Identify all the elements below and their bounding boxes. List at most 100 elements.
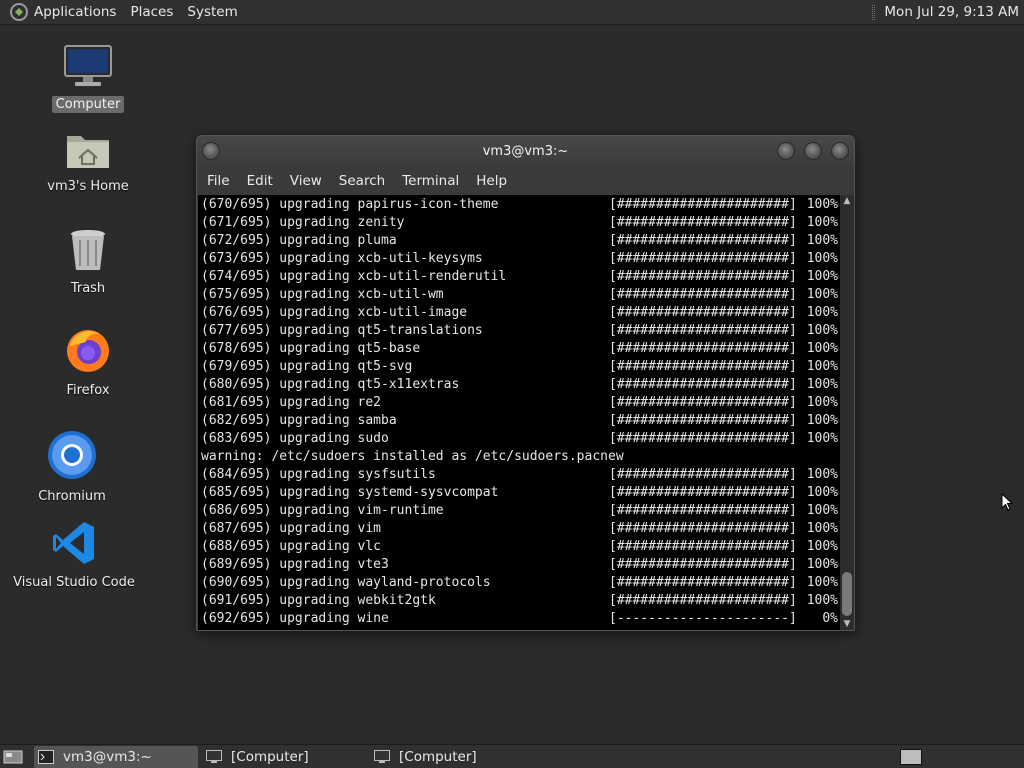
- show-desktop-icon[interactable]: [2, 748, 24, 766]
- terminal-line-text: (674/695) upgrading xcb-util-renderutil: [201, 269, 507, 284]
- progress-bar-text: [######################]: [609, 341, 797, 356]
- desktop-icon-label: Computer: [51, 96, 125, 113]
- terminal-line-text: (680/695) upgrading qt5-x11extras: [201, 377, 460, 392]
- system-menu[interactable]: System: [187, 4, 237, 20]
- progress-bar-text: [######################]: [609, 413, 797, 428]
- terminal-line-text: (683/695) upgrading sudo: [201, 431, 389, 446]
- desktop-icon-computer[interactable]: Computer: [28, 44, 148, 113]
- progress-bar-text: [######################]: [609, 251, 797, 266]
- progress-bar-text: [######################]: [609, 287, 797, 302]
- terminal-line-text: (682/695) upgrading samba: [201, 413, 397, 428]
- clock[interactable]: Mon Jul 29, 9:13 AM: [884, 4, 1019, 20]
- places-menu[interactable]: Places: [130, 4, 173, 20]
- top-panel-right: Mon Jul 29, 9:13 AM: [872, 0, 1024, 24]
- window-menu-icon[interactable]: [202, 142, 220, 160]
- terminal-line: (671/695) upgrading zenity [#############…: [198, 214, 840, 232]
- terminal-line-text: (672/695) upgrading pluma: [201, 233, 397, 248]
- top-panel: Applications Places System Mon Jul 29, 9…: [0, 0, 1024, 25]
- terminal-line: (672/695) upgrading pluma [##############…: [198, 232, 840, 250]
- terminal-line-text: (673/695) upgrading xcb-util-keysyms: [201, 251, 483, 266]
- scrollbar-thumb[interactable]: [842, 572, 852, 616]
- panel-separator: [872, 4, 876, 20]
- maximize-button[interactable]: [804, 142, 822, 160]
- progress-bar-text: [######################]: [609, 575, 797, 590]
- terminal-line-text: (688/695) upgrading vlc: [201, 539, 382, 554]
- minimize-button[interactable]: [777, 142, 795, 160]
- desktop-icon-chromium[interactable]: Chromium: [12, 430, 132, 505]
- desktop-icon-home[interactable]: vm3's Home: [28, 130, 148, 195]
- progress-bar-text: [######################]: [609, 485, 797, 500]
- terminal-line-text: (687/695) upgrading vim: [201, 521, 382, 536]
- progress-percent: 100%: [806, 197, 838, 212]
- scroll-down-icon[interactable]: ▼: [840, 618, 854, 630]
- progress-percent: 100%: [806, 341, 838, 356]
- terminal-line: (678/695) upgrading qt5-base [###########…: [198, 340, 840, 358]
- progress-bar-text: [######################]: [609, 503, 797, 518]
- progress-percent: 100%: [806, 305, 838, 320]
- window-titlebar[interactable]: vm3@vm3:~: [197, 136, 854, 167]
- desktop-icon-trash[interactable]: Trash: [28, 228, 148, 297]
- terminal-line-text: (671/695) upgrading zenity: [201, 215, 405, 230]
- terminal-line: (679/695) upgrading qt5-svg [############…: [198, 358, 840, 376]
- terminal-line-text: (691/695) upgrading webkit2gtk: [201, 593, 436, 608]
- scroll-up-icon[interactable]: ▲: [840, 195, 854, 207]
- menu-terminal[interactable]: Terminal: [395, 173, 466, 189]
- progress-percent: 100%: [806, 359, 838, 374]
- terminal-line: (681/695) upgrading re2 [################…: [198, 394, 840, 412]
- progress-percent: 100%: [806, 503, 838, 518]
- terminal-line-text: (684/695) upgrading sysfsutils: [201, 467, 436, 482]
- taskbar-task-computer[interactable]: [Computer]: [202, 746, 366, 768]
- menu-search[interactable]: Search: [332, 173, 392, 189]
- task-label: [Computer]: [399, 748, 477, 765]
- computer-icon: [374, 749, 392, 765]
- terminal-line: (689/695) upgrading vte3 [###############…: [198, 556, 840, 574]
- progress-bar-text: [######################]: [609, 197, 797, 212]
- desktop-icon-firefox[interactable]: Firefox: [28, 326, 148, 399]
- menu-view[interactable]: View: [283, 173, 329, 189]
- terminal-line: (684/695) upgrading sysfsutils [#########…: [198, 466, 840, 484]
- terminal-line: warning: /etc/sudoers installed as /etc/…: [198, 448, 840, 466]
- close-button[interactable]: [831, 142, 849, 160]
- terminal-line: (680/695) upgrading qt5-x11extras [######…: [198, 376, 840, 394]
- computer-icon: [63, 44, 113, 92]
- menu-help[interactable]: Help: [469, 173, 514, 189]
- taskbar-task-computer[interactable]: [Computer]: [370, 746, 534, 768]
- terminal-line-text: (676/695) upgrading xcb-util-image: [201, 305, 468, 320]
- firefox-icon: [64, 326, 112, 378]
- applications-menu[interactable]: Applications: [34, 4, 116, 20]
- desktop-icon-label: Firefox: [66, 383, 110, 398]
- terminal-line: (675/695) upgrading xcb-util-wm [########…: [198, 286, 840, 304]
- mate-logo-icon[interactable]: [8, 1, 30, 23]
- mouse-cursor-icon: [1001, 492, 1014, 515]
- progress-bar-text: [######################]: [609, 359, 797, 374]
- progress-bar-text: [######################]: [609, 521, 797, 536]
- terminal-line-text: (689/695) upgrading vte3: [201, 557, 389, 572]
- menu-edit[interactable]: Edit: [240, 173, 280, 189]
- progress-percent: 100%: [806, 539, 838, 554]
- progress-bar-text: [----------------------]: [609, 611, 797, 626]
- terminal-line: (683/695) upgrading sudo [###############…: [198, 430, 840, 448]
- terminal-scrollbar[interactable]: ▲ ▼: [840, 195, 854, 630]
- terminal-line-text: (679/695) upgrading qt5-svg: [201, 359, 413, 374]
- desktop-icon-vscode[interactable]: Visual Studio Code: [13, 520, 135, 591]
- terminal-line: (674/695) upgrading xcb-util-renderutil […: [198, 268, 840, 286]
- terminal-line: (676/695) upgrading xcb-util-image [#####…: [198, 304, 840, 322]
- terminal-line: (677/695) upgrading qt5-translations [###…: [198, 322, 840, 340]
- window-menubar: File Edit View Search Terminal Help: [197, 167, 854, 195]
- progress-percent: 100%: [806, 431, 838, 446]
- progress-bar-text: [######################]: [609, 395, 797, 410]
- terminal-line: (670/695) upgrading papirus-icon-theme [#…: [198, 196, 840, 214]
- terminal-line-text: warning: /etc/sudoers installed as /etc/…: [201, 449, 624, 464]
- terminal-window[interactable]: vm3@vm3:~ File Edit View Search Terminal…: [196, 135, 855, 631]
- workspace-switcher[interactable]: [900, 748, 922, 765]
- menu-file[interactable]: File: [200, 173, 237, 189]
- terminal-output[interactable]: (670/695) upgrading papirus-icon-theme [#…: [198, 195, 840, 630]
- progress-percent: 100%: [806, 485, 838, 500]
- home-folder-icon: [65, 130, 111, 174]
- progress-bar-text: [######################]: [609, 323, 797, 338]
- progress-bar-text: [######################]: [609, 377, 797, 392]
- terminal-line: (673/695) upgrading xcb-util-keysyms [###…: [198, 250, 840, 268]
- bottom-panel: vm3@vm3:~ [Computer] [Computer]: [0, 744, 1024, 768]
- terminal-line-text: (692/695) upgrading wine: [201, 611, 389, 626]
- taskbar-task-terminal[interactable]: vm3@vm3:~: [34, 745, 198, 768]
